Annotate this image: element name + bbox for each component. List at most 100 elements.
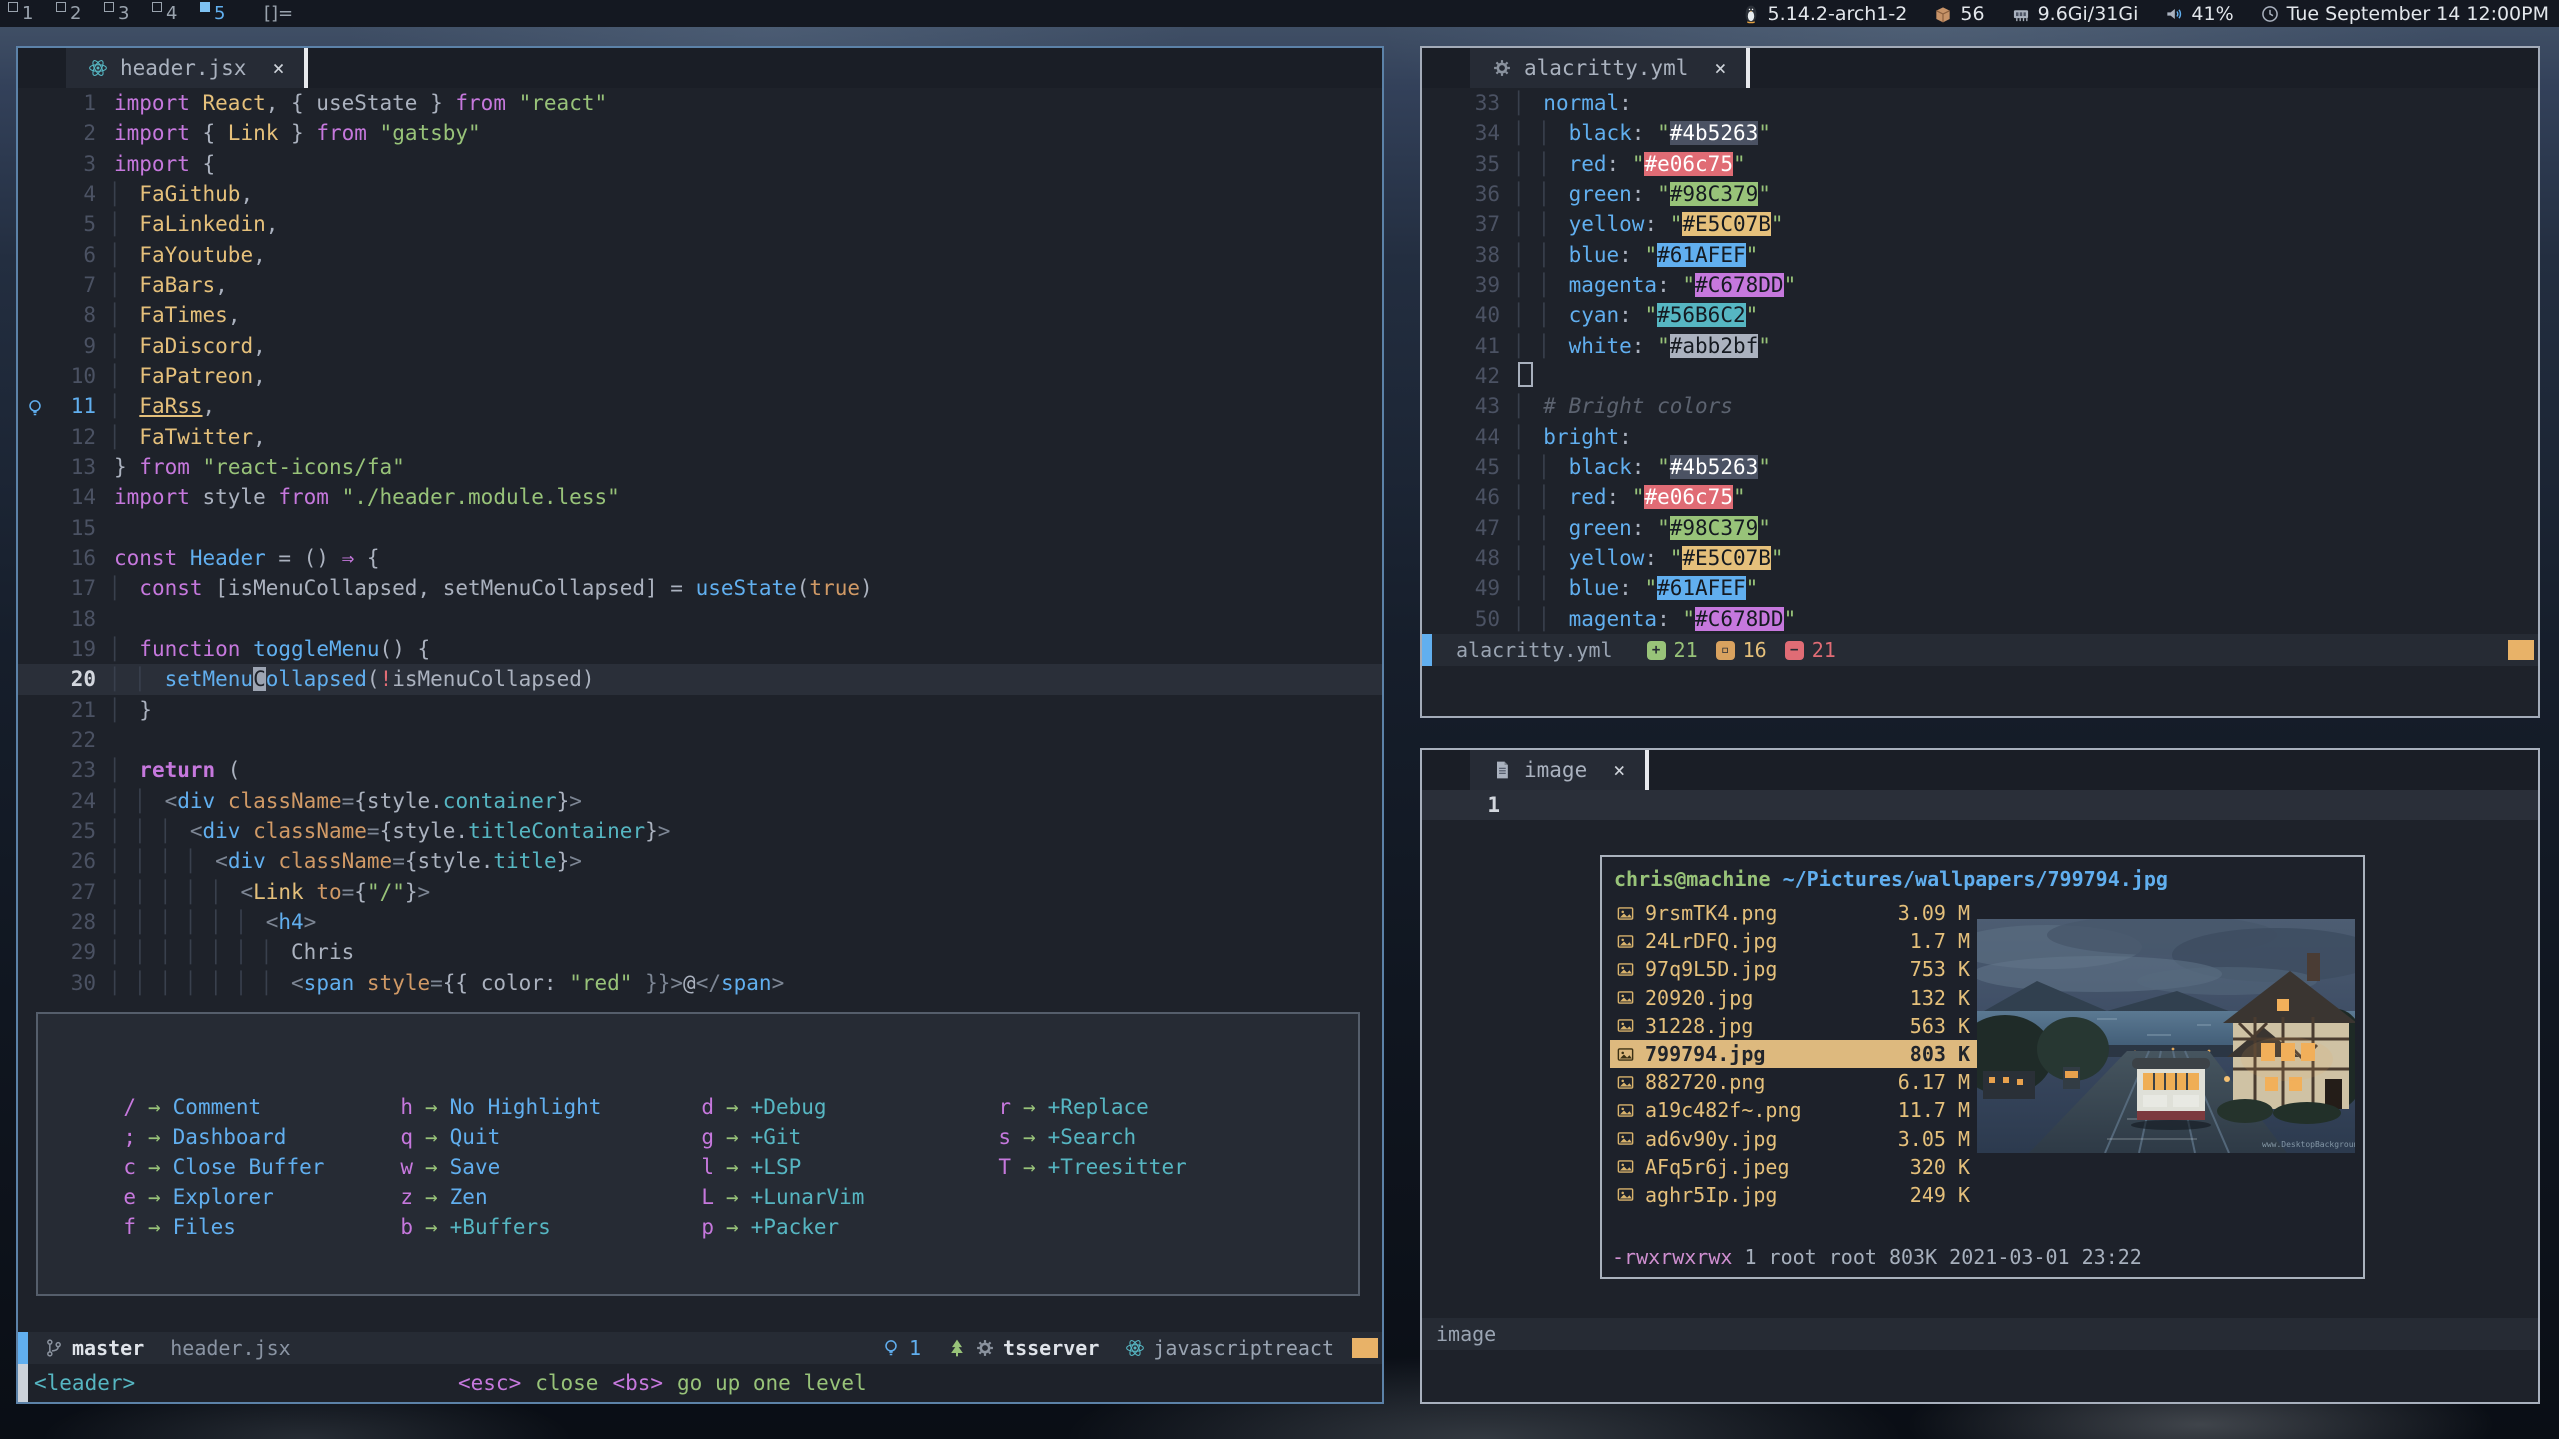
whichkey-item[interactable]: h→No Highlight (399, 1092, 601, 1122)
filetype-label: javascriptreact (1153, 1336, 1334, 1360)
code-line: 15 (18, 513, 1382, 543)
whichkey-item[interactable]: d→+Debug (700, 1092, 864, 1122)
memory-icon (2011, 4, 2031, 24)
whichkey-hints: <esc> close <bs> go up one level (458, 1371, 881, 1395)
code-buffer-image[interactable]: 1 (1422, 790, 2538, 820)
code-line: 22 (18, 725, 1382, 755)
git-changed-count: 16 (1743, 638, 1767, 662)
code-line: 21▏ } (18, 695, 1382, 725)
code-line: 11▏ FaRss, (18, 391, 1382, 421)
whichkey-item[interactable]: s→+Search (997, 1122, 1187, 1152)
statusline-bottom-right: image (1422, 1318, 2538, 1350)
whichkey-item[interactable]: e→Explorer (122, 1182, 324, 1212)
code-line: 42 (1422, 361, 2538, 391)
code-line: 49▏ ▏ blue: "#61AFEF" (1422, 573, 2538, 603)
whichkey-item[interactable]: b→+Buffers (399, 1212, 601, 1242)
image-file-icon (1616, 1045, 1635, 1064)
treesitter-tree-icon (947, 1338, 967, 1358)
layout-indicator: []= (264, 3, 293, 24)
code-line: 2import { Link } from "gatsby" (18, 118, 1382, 148)
whichkey-item[interactable]: z→Zen (399, 1182, 601, 1212)
workspace-4[interactable]: 4 (150, 0, 198, 27)
whichkey-item[interactable]: c→Close Buffer (122, 1152, 324, 1182)
lf-current-path: ~/Pictures/wallpapers/799794.jpg (1783, 867, 2168, 891)
file-row[interactable]: ad6v90y.jpg3.05 M (1610, 1125, 1978, 1153)
statusline-filename: header.jsx (170, 1336, 290, 1360)
whichkey-item[interactable]: g→+Git (700, 1122, 864, 1152)
workspace-2[interactable]: 2 (54, 0, 102, 27)
image-file-icon (1616, 988, 1635, 1007)
statusline-filename: image (1436, 1322, 1496, 1346)
file-row[interactable]: 799794.jpg803 K (1610, 1040, 1978, 1068)
code-line: 5▏ FaLinkedin, (18, 209, 1382, 239)
code-line: 18 (18, 604, 1382, 634)
tab-alacritty-yml[interactable]: alacritty.yml × (1470, 48, 1746, 88)
clock-icon (2260, 4, 2280, 24)
top-status-bar: 12345 []= 5.14.2-arch1-2569.6Gi/31Gi41%T… (0, 0, 2559, 27)
code-line: 14import style from "./header.module.les… (18, 482, 1382, 512)
whichkey-item[interactable]: /→Comment (122, 1092, 324, 1122)
lf-file-list: 9rsmTK4.png3.09 M24LrDFQ.jpg1.7 M97q9L5D… (1610, 899, 1978, 1209)
whichkey-item[interactable]: ;→Dashboard (122, 1122, 324, 1152)
code-buffer-header-jsx[interactable]: 1import React, { useState } from "react"… (18, 88, 1382, 998)
close-icon[interactable]: × (1714, 56, 1726, 80)
file-row[interactable]: aghr5Ip.jpg249 K (1610, 1181, 1978, 1209)
image-file-icon (1616, 904, 1635, 923)
file-row[interactable]: 9rsmTK4.png3.09 M (1610, 899, 1978, 927)
workspace-5[interactable]: 5 (198, 0, 246, 27)
file-row[interactable]: 24LrDFQ.jpg1.7 M (1610, 927, 1978, 955)
code-line: 13} from "react-icons/fa" (18, 452, 1382, 482)
git-removed-icon: − (1785, 641, 1804, 660)
tab-caret (304, 48, 308, 88)
whichkey-item[interactable]: T→+Treesitter (997, 1152, 1187, 1182)
whichkey-item[interactable]: w→Save (399, 1152, 601, 1182)
image-file-icon (1616, 960, 1635, 979)
esc-key-action: close (535, 1371, 598, 1395)
workspace-1[interactable]: 1 (6, 0, 54, 27)
code-line: 43▏ # Bright colors (1422, 391, 2538, 421)
file-row[interactable]: 31228.jpg563 K (1610, 1012, 1978, 1040)
code-line: 20▏ ▏ setMenuCollapsed(!isMenuCollapsed) (18, 664, 1382, 694)
workspace-3[interactable]: 3 (102, 0, 150, 27)
code-line: 38▏ ▏ blue: "#61AFEF" (1422, 240, 2538, 270)
code-line: 28▏ ▏ ▏ ▏ ▏ ▏ <h4> (18, 907, 1382, 937)
image-file-icon (1616, 1157, 1635, 1176)
tab-caret (1746, 48, 1750, 88)
bs-key-hint: <bs> (612, 1371, 663, 1395)
code-line: 46▏ ▏ red: "#e06c75" (1422, 482, 2538, 512)
statusline-left: master header.jsx 1 tsserver javascriptr… (18, 1332, 1382, 1364)
code-line: 50▏ ▏ magenta: "#C678DD" (1422, 604, 2538, 634)
code-line: 1 (1422, 790, 2538, 820)
statusline-filename: alacritty.yml (1456, 638, 1613, 662)
whichkey-item[interactable]: q→Quit (399, 1122, 601, 1152)
whichkey-item[interactable]: p→+Packer (700, 1212, 864, 1242)
file-row[interactable]: 97q9L5D.jpg753 K (1610, 955, 1978, 983)
close-icon[interactable]: × (1613, 758, 1625, 782)
tab-image[interactable]: image × (1470, 750, 1645, 790)
code-line: 41▏ ▏ white: "#abb2bf" (1422, 331, 2538, 361)
volume-icon (2164, 4, 2184, 24)
wallpaper-thumbnail: www.DesktopBackground.org (1977, 919, 2355, 1153)
close-icon[interactable]: × (272, 56, 284, 80)
git-added-count: 21 (1674, 638, 1698, 662)
code-line: 34▏ ▏ black: "#4b5263" (1422, 118, 2538, 148)
diagnostic-hint-icon (881, 1338, 901, 1358)
statusline-accent (18, 1332, 28, 1364)
tab-header-jsx[interactable]: header.jsx × (66, 48, 304, 88)
code-line: 45▏ ▏ black: "#4b5263" (1422, 452, 2538, 482)
code-line: 23▏ return ( (18, 755, 1382, 785)
whichkey-item[interactable]: L→+LunarVim (700, 1182, 864, 1212)
code-buffer-alacritty-yml[interactable]: 33▏ normal:34▏ ▏ black: "#4b5263"35▏ ▏ r… (1422, 88, 2538, 634)
whichkey-item[interactable]: l→+LSP (700, 1152, 864, 1182)
whichkey-item[interactable]: r→+Replace (997, 1092, 1187, 1122)
file-row[interactable]: 882720.png6.17 M (1610, 1068, 1978, 1096)
whichkey-item[interactable]: f→Files (122, 1212, 324, 1242)
editor-window-top-right: alacritty.yml × 33▏ normal:34▏ ▏ black: … (1420, 46, 2540, 718)
file-row[interactable]: a19c482f~.png11.7 M (1610, 1096, 1978, 1124)
file-row[interactable]: 20920.jpg132 K (1610, 984, 1978, 1012)
image-file-icon (1616, 1185, 1635, 1204)
file-row[interactable]: AFq5r6j.jpeg320 K (1610, 1153, 1978, 1181)
lsp-server-label: tsserver (1003, 1336, 1099, 1360)
code-line: 39▏ ▏ magenta: "#C678DD" (1422, 270, 2538, 300)
status-modules: 5.14.2-arch1-2569.6Gi/31Gi41%Tue Septemb… (1741, 3, 2549, 25)
